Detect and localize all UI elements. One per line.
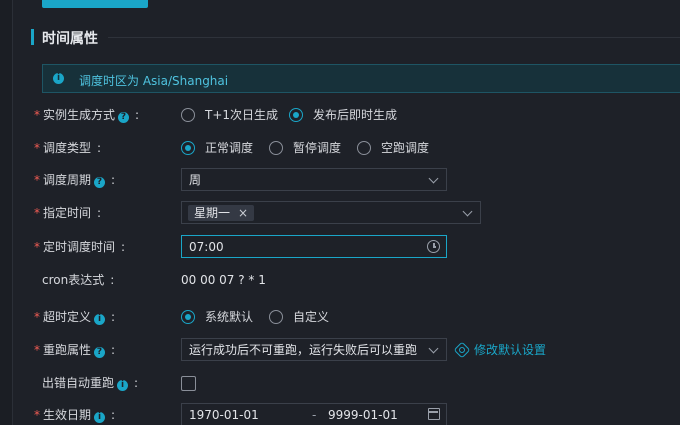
radio-immediate-label: 发布后即时生成 (313, 108, 398, 122)
specified-time-label: * 指定时间: (34, 199, 101, 227)
specified-time-multiselect[interactable]: 星期一 × (181, 201, 481, 224)
radio-pause-label: 暂停调度 (293, 141, 342, 155)
info-icon[interactable]: i (117, 380, 129, 391)
timeout-row: * 超时定义 i: 系统默认 自定义 (0, 303, 680, 331)
rerun-select[interactable]: 运行成功后不可重跑，运行失败后可以重跑 (181, 338, 447, 361)
close-icon[interactable]: × (238, 206, 248, 220)
timed-schedule-label-text: 定时调度时间 (43, 240, 116, 254)
radio-pause[interactable] (269, 141, 283, 155)
schedule-cycle-colon: : (111, 173, 116, 187)
instance-mode-colon: : (135, 108, 140, 122)
selected-tag-monday: 星期一 × (188, 205, 255, 221)
radio-normal[interactable] (181, 141, 195, 155)
radio-custom[interactable] (269, 310, 283, 324)
schedule-cycle-row: * 调度周期?: 周 (0, 166, 680, 194)
help-icon[interactable]: ? (94, 177, 106, 188)
schedule-type-row: * 调度类型: 正常调度 暂停调度 空跑调度 (0, 134, 680, 162)
radio-custom-label: 自定义 (293, 310, 330, 324)
timeout-label: * 超时定义 i: (34, 303, 115, 331)
rerun-row: * 重跑属性?: 运行成功后不可重跑，运行失败后可以重跑 修改默认设置 (0, 336, 680, 364)
radio-system-default-label: 系统默认 (205, 310, 254, 324)
timed-schedule-row: * 定时调度时间: 07:00 (0, 233, 680, 261)
rerun-label: * 重跑属性?: (34, 336, 115, 364)
rerun-colon: : (111, 343, 116, 357)
radio-immediate[interactable] (289, 108, 303, 122)
cron-colon: : (110, 273, 115, 287)
modify-default-settings-link[interactable]: 修改默认设置 (453, 336, 547, 364)
time-picker-input[interactable]: 07:00 (181, 235, 447, 258)
schedule-cycle-select[interactable]: 周 (181, 168, 447, 191)
rerun-label-text: 重跑属性 (43, 343, 92, 357)
time-value: 07:00 (189, 240, 224, 254)
auto-rerun-checkbox[interactable] (181, 376, 196, 391)
required-mark: * (34, 206, 40, 220)
required-mark: * (34, 343, 40, 357)
effective-date-row: * 生效日期 i: 1970-01-01 - 9999-01-01 (0, 401, 680, 425)
schedule-type-label: * 调度类型: (34, 134, 101, 162)
radio-system-default[interactable] (181, 310, 195, 324)
date-range-separator: - (312, 408, 317, 422)
chevron-down-icon (428, 343, 439, 354)
settings-icon (453, 341, 471, 359)
radio-dryrun-label: 空跑调度 (381, 141, 430, 155)
required-mark: * (34, 141, 40, 155)
chevron-down-icon (462, 206, 473, 217)
tag-label: 星期一 (194, 206, 231, 220)
instance-mode-row: * 实例生成方式?: T+1次日生成 发布后即时生成 (0, 101, 680, 129)
effective-date-label: * 生效日期 i: (34, 401, 115, 425)
effective-date-start[interactable]: 1970-01-01 (189, 404, 259, 425)
effective-date-range-picker[interactable]: 1970-01-01 - 9999-01-01 (181, 403, 447, 425)
radio-normal-label: 正常调度 (205, 141, 254, 155)
help-icon[interactable]: ? (94, 347, 106, 358)
required-mark: * (34, 310, 40, 324)
radio-t1-label: T+1次日生成 (205, 108, 279, 122)
timeout-label-text: 超时定义 (43, 310, 92, 324)
info-icon[interactable]: i (94, 412, 106, 423)
schedule-type-label-text: 调度类型 (43, 141, 92, 155)
modify-default-settings-text: 修改默认设置 (474, 343, 547, 357)
calendar-icon (428, 408, 440, 420)
schedule-cycle-label-text: 调度周期 (43, 173, 92, 187)
required-mark: * (34, 108, 40, 122)
chevron-down-icon (428, 173, 439, 184)
auto-rerun-label-text: 出错自动重跑 (42, 376, 115, 390)
top-action-button[interactable] (42, 0, 148, 8)
clock-icon (427, 240, 440, 253)
section-accent-bar (31, 29, 34, 45)
timed-schedule-label: * 定时调度时间: (34, 233, 125, 261)
auto-rerun-colon: : (134, 376, 139, 390)
required-mark: * (34, 240, 40, 254)
specified-time-row: * 指定时间: 星期一 × (0, 199, 680, 227)
effective-date-label-text: 生效日期 (43, 408, 92, 422)
auto-rerun-label: 出错自动重跑 i: (42, 369, 138, 397)
help-icon[interactable]: ? (118, 112, 130, 123)
instance-mode-label: * 实例生成方式?: (34, 101, 139, 129)
specified-time-label-text: 指定时间 (43, 206, 92, 220)
schedule-cycle-label: * 调度周期?: (34, 166, 115, 194)
effective-date-end[interactable]: 9999-01-01 (328, 404, 398, 425)
schedule-type-colon: : (97, 141, 102, 155)
radio-t1[interactable] (181, 108, 195, 122)
instance-mode-label-text: 实例生成方式 (43, 108, 116, 122)
effective-date-colon: : (111, 408, 116, 422)
rerun-value: 运行成功后不可重跑，运行失败后可以重跑 (189, 343, 418, 357)
required-mark: * (34, 408, 40, 422)
info-icon[interactable]: i (94, 314, 106, 325)
section-title: 时间属性 (42, 31, 98, 47)
cron-expression-value: 00 00 07 ? * 1 (181, 273, 266, 287)
cron-label: cron表达式: (42, 266, 114, 294)
auto-rerun-row: 出错自动重跑 i: (0, 369, 680, 397)
timed-schedule-colon: : (121, 240, 126, 254)
timezone-info-banner: i 调度时区为 Asia/Shanghai (42, 64, 680, 93)
specified-time-colon: : (97, 206, 102, 220)
cron-row: cron表达式: 00 00 07 ? * 1 (0, 266, 680, 294)
cron-label-text: cron表达式 (42, 273, 105, 287)
section-divider (108, 37, 680, 38)
required-mark: * (34, 173, 40, 187)
timezone-info-text: 调度时区为 Asia/Shanghai (79, 74, 229, 88)
info-icon: i (53, 73, 64, 84)
schedule-cycle-value: 周 (189, 173, 202, 187)
timeout-colon: : (111, 310, 116, 324)
radio-dryrun[interactable] (357, 141, 371, 155)
